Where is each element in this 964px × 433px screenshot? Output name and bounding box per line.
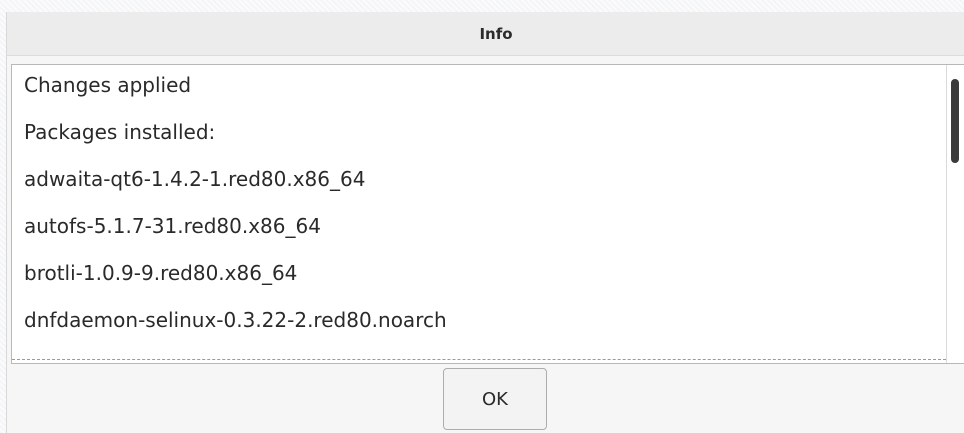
message-list[interactable]: Changes applied Packages installed: adwa… <box>11 64 964 364</box>
dialog-titlebar[interactable]: Info <box>7 12 964 56</box>
list-item[interactable]: autofs-5.1.7-31.red80.x86_64 <box>24 212 321 240</box>
list-item[interactable]: adwaita-qt6-1.4.2-1.red80.x86_64 <box>24 165 365 193</box>
list-item[interactable]: Packages installed: <box>24 118 215 146</box>
list-item[interactable]: dnfdaemon-selinux-0.3.22-2.red80.noarch <box>24 306 447 334</box>
scrollbar-thumb[interactable] <box>951 79 959 163</box>
list-item[interactable]: brotli-1.0.9-9.red80.x86_64 <box>24 259 297 287</box>
list-item[interactable]: Changes applied <box>24 71 191 99</box>
list-item-partial[interactable] <box>12 359 946 363</box>
info-dialog: Info Changes applied Packages installed:… <box>6 12 964 433</box>
dialog-title: Info <box>479 24 513 43</box>
ok-button[interactable]: OK <box>443 368 547 430</box>
